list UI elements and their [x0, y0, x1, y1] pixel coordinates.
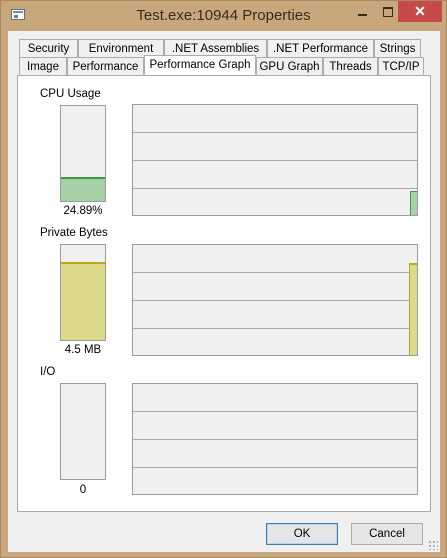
private-bytes-meter-fill — [61, 262, 105, 340]
tab-strings[interactable]: Strings — [374, 39, 421, 57]
gridline — [133, 132, 417, 133]
gridline — [133, 439, 417, 440]
private-bytes-label: Private Bytes — [40, 227, 108, 239]
close-button[interactable]: ✕ — [398, 1, 442, 22]
io-label: I/O — [40, 366, 56, 378]
performance-graph-panel: CPU Usage 24.89% Private Bytes 4.5 MB I/… — [17, 75, 431, 512]
tab-net-performance[interactable]: .NET Performance — [267, 39, 374, 57]
cpu-usage-meter-fill — [61, 177, 105, 201]
tab-tcp-ip[interactable]: TCP/IP — [378, 57, 424, 75]
cancel-button[interactable]: Cancel — [351, 523, 423, 545]
private-bytes-meter — [60, 244, 106, 341]
cpu-usage-value: 24.89% — [63, 205, 103, 217]
title-bar[interactable]: Test.exe:10944 Properties ✕ — [1, 1, 446, 31]
tab-performance[interactable]: Performance — [67, 57, 144, 75]
gridline — [133, 272, 417, 273]
cpu-usage-graph — [132, 104, 418, 216]
dialog-client-area: Security Environment .NET Assemblies .NE… — [8, 31, 440, 552]
io-meter — [60, 383, 106, 480]
gridline — [133, 467, 417, 468]
tab-performance-graph[interactable]: Performance Graph — [144, 55, 256, 75]
io-value: 0 — [79, 484, 87, 496]
io-graph — [132, 383, 418, 495]
resize-grip[interactable] — [428, 540, 438, 550]
minimize-button[interactable] — [349, 1, 375, 22]
gridline — [133, 300, 417, 301]
tab-security[interactable]: Security — [19, 39, 78, 57]
gridline — [133, 160, 417, 161]
private-bytes-graph — [132, 244, 418, 356]
tab-threads[interactable]: Threads — [323, 57, 378, 75]
tab-image[interactable]: Image — [19, 57, 67, 75]
properties-window: Test.exe:10944 Properties ✕ Security Env… — [0, 0, 447, 558]
gridline — [133, 411, 417, 412]
tab-gpu-graph[interactable]: GPU Graph — [256, 57, 323, 75]
private-bytes-value: 4.5 MB — [64, 344, 102, 356]
gridline — [133, 188, 417, 189]
ok-button[interactable]: OK — [266, 523, 338, 545]
private-bytes-graph-trace — [409, 263, 417, 355]
gridline — [133, 328, 417, 329]
cpu-usage-graph-trace — [410, 191, 417, 215]
cpu-usage-meter — [60, 105, 106, 202]
cpu-usage-label: CPU Usage — [40, 88, 101, 100]
